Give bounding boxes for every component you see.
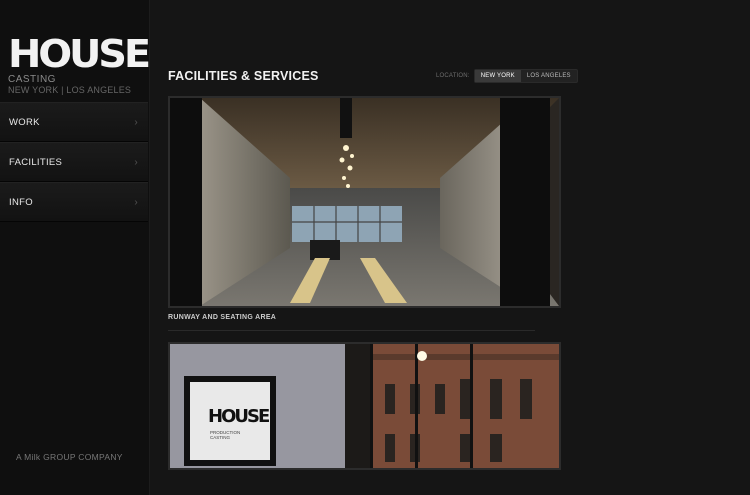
location-los-angeles-button[interactable]: LOS ANGELES [521,70,577,82]
logo-wordmark: HOUSE [8,32,151,76]
nav-item-work[interactable]: WORK › [0,102,148,142]
photo-caption: RUNWAY AND SEATING AREA [168,314,277,321]
nav-item-label: FACILITIES [9,156,63,168]
location-buttons: NEW YORK LOS ANGELES [473,69,578,83]
chevron-right-icon: › [134,116,138,128]
nav-item-info[interactable]: INFO › [0,182,148,222]
studio-photo: HOUSE PRODUCTION CASTING [168,342,561,470]
screen-logo: HOUSE [208,406,270,427]
screen-subtext: PRODUCTION CASTING [210,430,241,440]
runway-photo [168,96,561,308]
location-new-york-button[interactable]: NEW YORK [474,70,521,82]
parent-company-link[interactable]: A Milk GROUP COMPANY [16,452,123,462]
divider [168,330,535,331]
location-switcher: LOCATION: NEW YORK LOS ANGELES [436,69,578,83]
nav-item-facilities[interactable]: FACILITIES › [0,142,148,182]
chevron-right-icon: › [134,156,138,168]
nav-item-label: INFO [9,196,33,208]
chevron-right-icon: › [134,196,138,208]
sidebar: HOUSE CASTING NEW YORK | LOS ANGELES WOR… [0,0,151,495]
logo-locations: NEW YORK | LOS ANGELES [8,85,132,95]
nav-item-label: WORK [9,116,40,128]
page-title: FACILITIES & SERVICES [168,69,319,83]
main-nav: WORK › FACILITIES › INFO › [0,102,148,222]
logo[interactable]: HOUSE CASTING NEW YORK | LOS ANGELES [8,35,151,95]
location-label: LOCATION: [436,73,470,79]
